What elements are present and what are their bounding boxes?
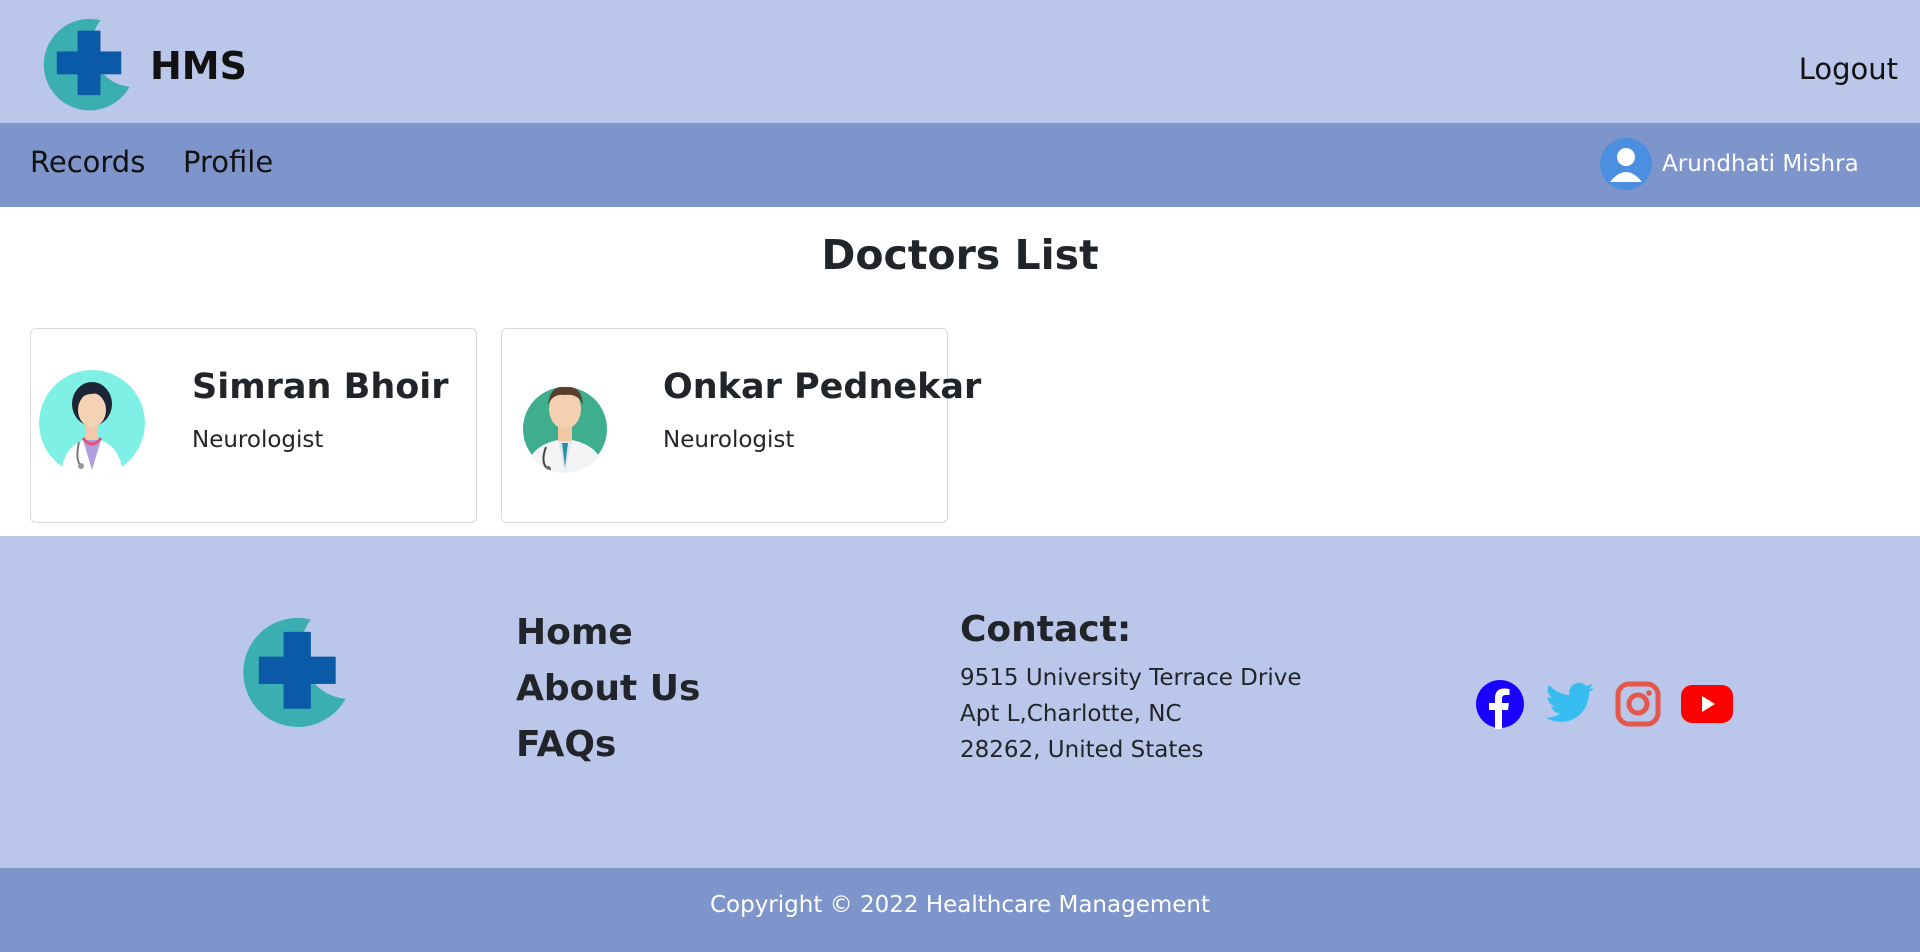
nav-records-link[interactable]: Records [30,145,145,179]
address-line: Apt L,Charlotte, NC [960,701,1182,727]
doctor-specialty: Neurologist [192,427,324,453]
doctor-name: Onkar Pednekar [663,367,982,407]
contact-title: Contact: [960,609,1132,650]
top-header: HMS Logout [0,0,1920,123]
footer-links: Home About Us FAQs [516,605,700,773]
page-title: Doctors List [821,231,1099,279]
female-doctor-avatar-icon [39,370,145,476]
footer-home-link[interactable]: Home [516,605,700,661]
facebook-icon[interactable] [1475,679,1525,733]
male-doctor-avatar-icon [520,377,610,473]
hms-logo-icon [43,18,130,111]
user-avatar-icon [1600,138,1652,190]
brand-link[interactable]: HMS [36,14,247,118]
main-content: Doctors List Simran Bhoir Neurologist On… [0,207,1920,536]
doctor-card[interactable]: Simran Bhoir Neurologist [30,328,477,523]
doctor-card[interactable]: Onkar Pednekar Neurologist [501,328,981,523]
footer-about-link[interactable]: About Us [516,661,700,717]
twitter-icon[interactable] [1545,682,1595,730]
footer: Home About Us FAQs Contact: 9515 Univers… [0,536,1920,868]
instagram-icon[interactable] [1615,681,1661,731]
footer-faqs-link[interactable]: FAQs [516,717,700,773]
address-line: 28262, United States [960,737,1204,763]
brand-title: HMS [150,44,247,88]
footer-logo-icon [234,608,358,744]
user-menu[interactable]: Arundhati Mishra [1600,138,1859,190]
contact-section: Contact: 9515 University Terrace Drive A… [960,609,1302,768]
logout-link[interactable]: Logout [1799,52,1898,86]
navbar: Records Profile Arundhati Mishra [0,123,1920,207]
social-links [1475,679,1753,733]
address-line: 9515 University Terrace Drive [960,665,1302,691]
doctor-name: Simran Bhoir [192,367,449,407]
copyright-bar: Copyright © 2022 Healthcare Management [0,868,1920,952]
copyright-text: Copyright © 2022 Healthcare Management [709,892,1211,918]
user-name: Arundhati Mishra [1662,151,1859,177]
youtube-icon[interactable] [1681,685,1733,727]
nav-profile-link[interactable]: Profile [183,145,273,179]
doctor-specialty: Neurologist [663,427,795,453]
